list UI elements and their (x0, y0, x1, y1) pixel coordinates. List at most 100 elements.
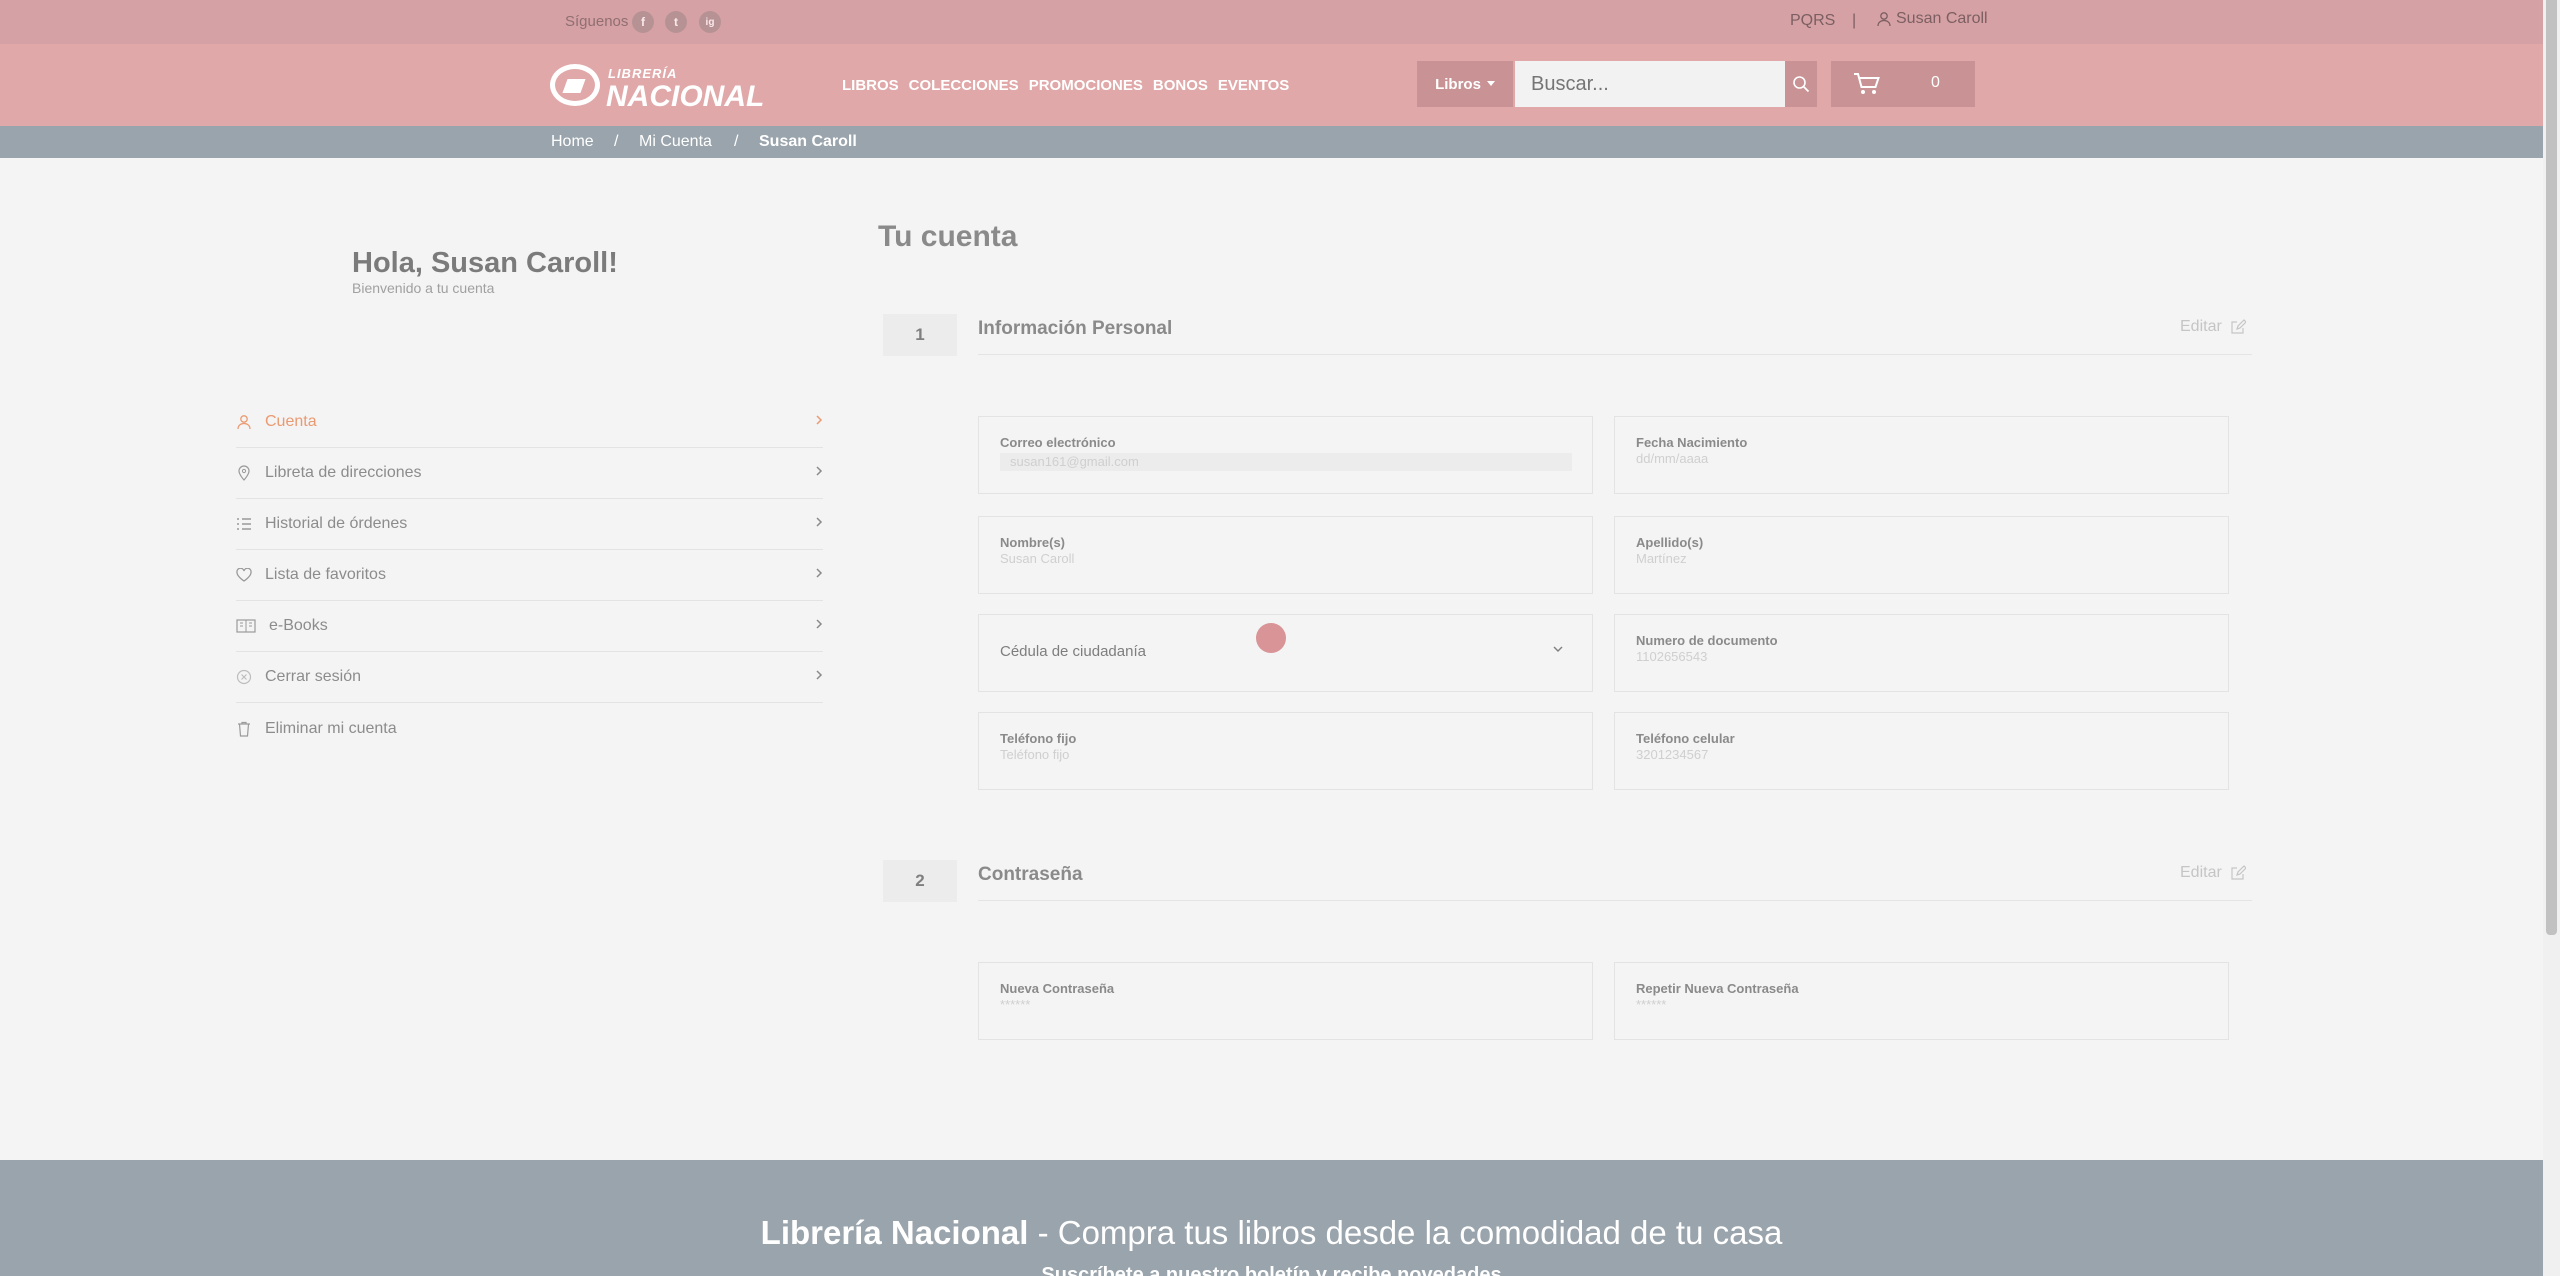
cart-count: 0 (1931, 74, 1940, 91)
sidebar-item-cerrar-sesion[interactable]: Cerrar sesión (236, 652, 823, 703)
edit-personal-info-button[interactable]: Editar (2180, 318, 2246, 336)
click-indicator (1256, 623, 1286, 653)
page-title: Tu cuenta (878, 220, 1018, 253)
field-label: Apellido(s) (1636, 535, 1704, 550)
field-value: 3201234567 (1636, 747, 1709, 762)
search-category-label: Libros (1435, 75, 1481, 93)
site-logo[interactable]: LIBRERÍA NACIONAL (550, 62, 764, 113)
footer-brand: Librería Nacional (760, 1214, 1029, 1251)
heart-icon (236, 567, 252, 583)
field-value: Susan Caroll (1000, 551, 1075, 566)
breadcrumb-separator: / (734, 133, 739, 150)
topbar-separator: | (1852, 12, 1857, 29)
chevron-right-icon (816, 466, 823, 476)
nav-colecciones[interactable]: COLECCIONES (909, 77, 1019, 94)
landline-phone-field[interactable]: Teléfono fijo Teléfono fijo (978, 712, 1593, 790)
logo-mark-icon (550, 64, 600, 106)
logo-small-text: LIBRERÍA (608, 66, 678, 81)
caret-down-icon (1486, 81, 1495, 86)
field-label: Fecha Nacimiento (1636, 435, 1748, 450)
field-value: ****** (1000, 997, 1031, 1012)
sidebar-item-direcciones[interactable]: Libreta de direcciones (236, 448, 823, 499)
footer-subline: Suscríbete a nuestro boletín y recibe no… (1041, 1264, 1502, 1276)
follow-us-label: Síguenos (565, 13, 629, 30)
sidebar-item-ebooks[interactable]: e-Books (236, 601, 823, 652)
breadcrumb: Home / Mi Cuenta / Susan Caroll (0, 126, 2543, 158)
nav-libros[interactable]: LIBROS (842, 77, 899, 94)
section-title-personal-info: Información Personal (978, 318, 1173, 339)
twitter-icon[interactable]: t (665, 11, 687, 33)
breadcrumb-home[interactable]: Home (551, 133, 594, 151)
field-label: Nombre(s) (1000, 535, 1066, 550)
sidebar-item-eliminar-cuenta[interactable]: Eliminar mi cuenta (236, 703, 823, 754)
email-field[interactable]: Correo electrónico susan161@gmail.com (978, 416, 1593, 494)
section-divider (978, 354, 2252, 355)
breadcrumb-current: Susan Caroll (759, 133, 857, 150)
footer: Librería Nacional - Compra tus libros de… (0, 1160, 2543, 1276)
step-number: 1 (883, 314, 957, 356)
sidebar-item-label: Cerrar sesión (265, 668, 362, 685)
edit-icon (2231, 319, 2246, 334)
search-category-dropdown[interactable]: Libros (1417, 61, 1513, 107)
field-value: 1102656543 (1636, 649, 1708, 664)
sidebar-item-cuenta[interactable]: Cuenta (236, 397, 823, 448)
sidebar-item-favoritos[interactable]: Lista de favoritos (236, 550, 823, 601)
scrollbar-thumb[interactable] (2546, 0, 2557, 935)
top-bar: Síguenos f t ig PQRS | Susan Caroll (0, 0, 2543, 44)
chevron-right-icon (816, 568, 823, 578)
edit-icon (2231, 865, 2246, 880)
search-icon (1793, 76, 1810, 93)
edit-password-button[interactable]: Editar (2180, 864, 2246, 882)
selected-document-type: Cédula de ciudadanía (1000, 643, 1146, 660)
edit-label: Editar (2180, 864, 2222, 881)
sidebar-item-label: Lista de favoritos (265, 566, 386, 583)
mobile-phone-field[interactable]: Teléfono celular 3201234567 (1614, 712, 2229, 790)
field-value: ****** (1636, 997, 1667, 1012)
cart-button[interactable]: 0 (1831, 61, 1975, 107)
cart-icon (1854, 73, 1880, 94)
user-icon (236, 414, 252, 430)
chevron-down-icon (1553, 646, 1563, 652)
first-name-field[interactable]: Nombre(s) Susan Caroll (978, 516, 1593, 594)
pqrs-link[interactable]: PQRS (1790, 12, 1835, 30)
section-title-password: Contraseña (978, 864, 1083, 885)
user-icon (1877, 12, 1891, 27)
repeat-password-field[interactable]: Repetir Nueva Contraseña ****** (1614, 962, 2229, 1040)
chevron-right-icon (816, 619, 823, 629)
facebook-icon[interactable]: f (632, 11, 654, 33)
document-type-select[interactable]: Cédula de ciudadanía (978, 614, 1593, 692)
nav-eventos[interactable]: EVENTOS (1218, 77, 1289, 94)
sidebar-item-historial[interactable]: Historial de órdenes (236, 499, 823, 550)
instagram-icon[interactable]: ig (699, 11, 721, 33)
sidebar-item-label: Eliminar mi cuenta (265, 719, 397, 737)
chevron-right-icon (816, 670, 823, 680)
search-input[interactable] (1515, 61, 1785, 107)
document-number-field[interactable]: Numero de documento 1102656543 (1614, 614, 2229, 692)
account-link[interactable]: Susan Caroll (1876, 10, 1988, 28)
field-value: susan161@gmail.com (1000, 453, 1572, 471)
last-name-field[interactable]: Apellido(s) Martínez (1614, 516, 2229, 594)
field-label: Correo electrónico (1000, 435, 1116, 450)
location-pin-icon (236, 465, 252, 481)
field-label: Repetir Nueva Contraseña (1636, 981, 1799, 996)
field-label: Numero de documento (1636, 633, 1778, 648)
step-number: 2 (883, 860, 957, 902)
field-label: Teléfono celular (1636, 731, 1735, 746)
main-header: LIBRERÍA NACIONAL LIBROS COLECCIONES PRO… (0, 44, 2543, 126)
new-password-field[interactable]: Nueva Contraseña ****** (978, 962, 1593, 1040)
breadcrumb-mi-cuenta[interactable]: Mi Cuenta (639, 133, 712, 151)
main-nav: LIBROS COLECCIONES PROMOCIONES BONOS EVE… (842, 77, 1289, 94)
nav-promociones[interactable]: PROMOCIONES (1029, 77, 1143, 94)
birth-date-field[interactable]: Fecha Nacimiento dd/mm/aaaa (1614, 416, 2229, 494)
sidebar-item-label: Historial de órdenes (265, 515, 408, 532)
field-value: Martínez (1636, 551, 1687, 566)
footer-tagline: - Compra tus libros desde la comodidad d… (1028, 1214, 1783, 1251)
field-label: Nueva Contraseña (1000, 981, 1115, 996)
chevron-right-icon (816, 517, 823, 527)
sidebar-item-label: Libreta de direcciones (265, 464, 422, 481)
nav-bonos[interactable]: BONOS (1153, 77, 1208, 94)
account-user-name: Susan Caroll (1896, 10, 1988, 27)
logo-big-text: NACIONAL (606, 80, 765, 113)
search-button[interactable] (1785, 61, 1817, 107)
sidebar-item-label: e-Books (269, 617, 328, 634)
